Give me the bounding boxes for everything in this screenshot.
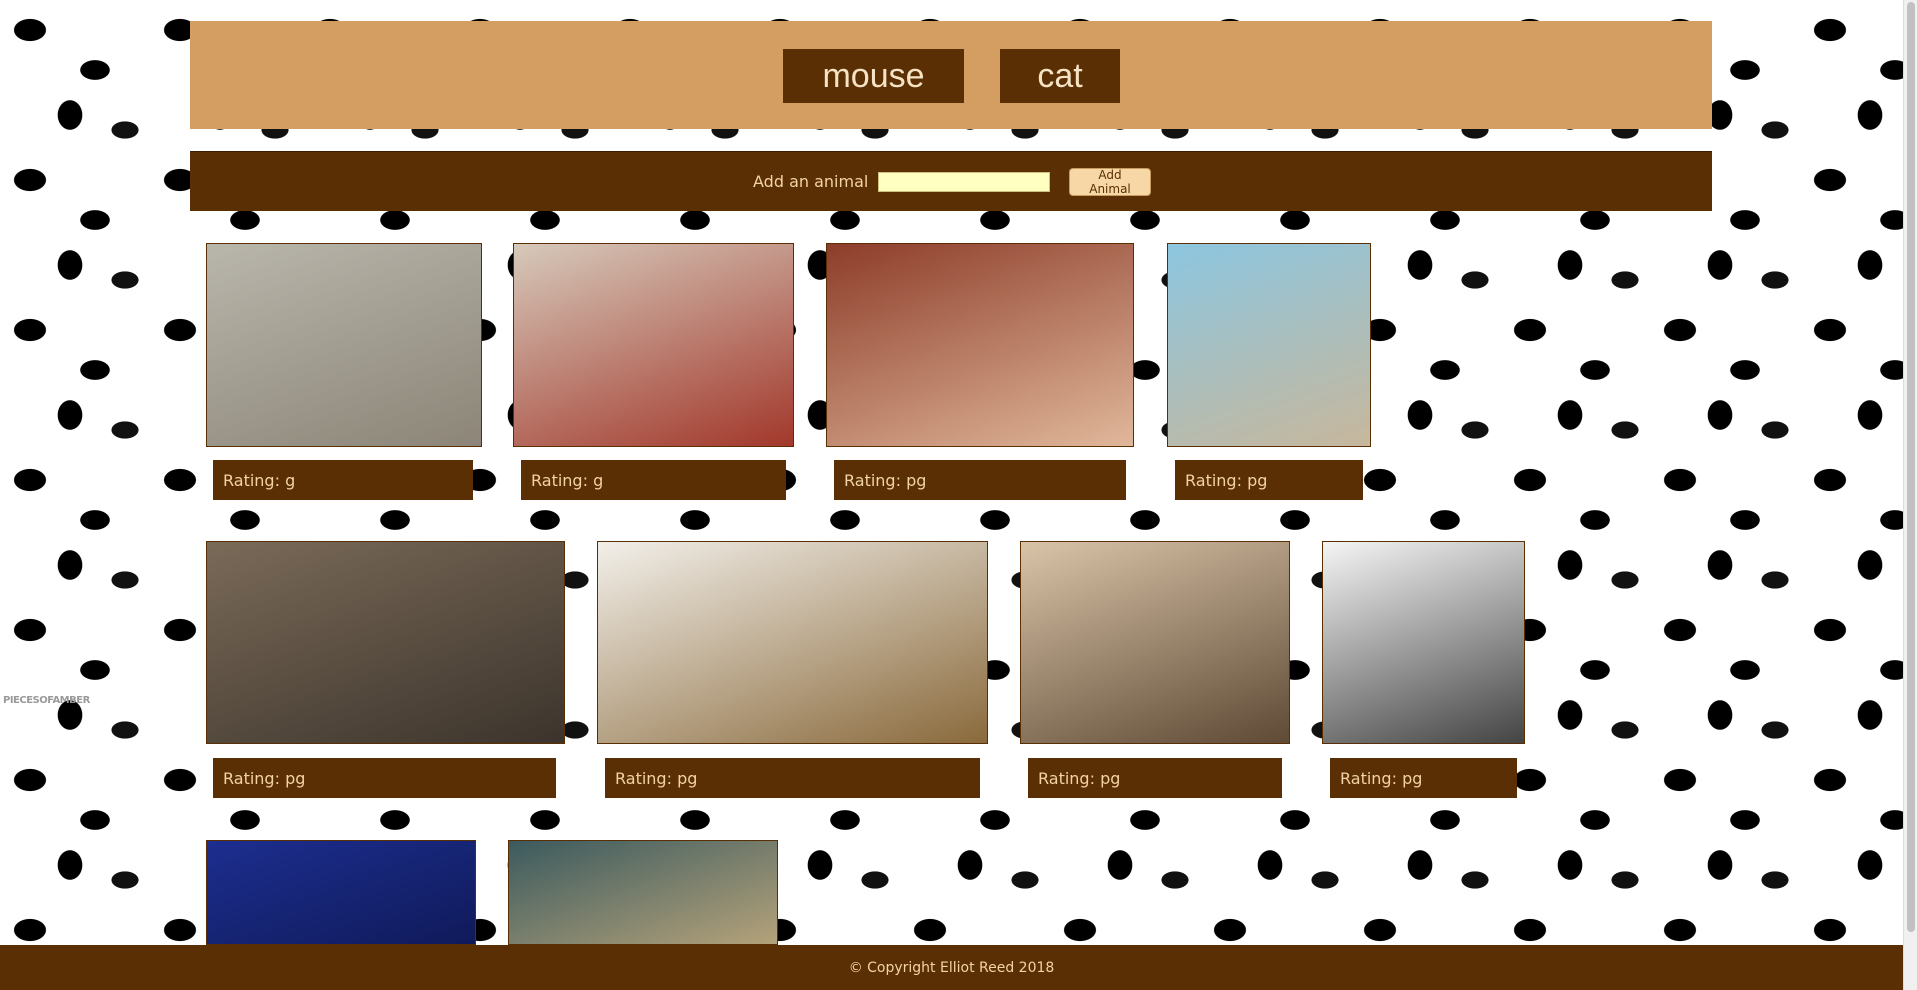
gif-image[interactable] bbox=[1020, 541, 1290, 744]
gif-image[interactable] bbox=[206, 840, 476, 945]
gif-image[interactable] bbox=[508, 840, 778, 945]
gif-image[interactable] bbox=[206, 541, 565, 744]
animal-input[interactable] bbox=[878, 172, 1050, 192]
gif-image[interactable] bbox=[1167, 243, 1371, 447]
gif-rating: Rating: pg bbox=[605, 758, 980, 798]
gif-image[interactable] bbox=[513, 243, 794, 447]
gif-rating: Rating: g bbox=[521, 460, 786, 500]
gif-rating: Rating: pg bbox=[834, 460, 1126, 500]
watermark-text: PIECESOFAMBER bbox=[3, 695, 90, 706]
footer-copyright: © Copyright Elliot Reed 2018 bbox=[0, 945, 1903, 990]
gif-image[interactable] bbox=[597, 541, 988, 744]
scrollbar-thumb[interactable] bbox=[1907, 2, 1915, 932]
gif-rating: Rating: g bbox=[213, 460, 473, 500]
add-animal-button[interactable]: Add Animal bbox=[1069, 168, 1151, 196]
gif-rating: Rating: pg bbox=[213, 758, 556, 798]
gif-image[interactable] bbox=[1322, 541, 1525, 744]
gif-rating: Rating: pg bbox=[1175, 460, 1363, 500]
add-animal-label: Add an animal bbox=[753, 172, 869, 191]
vertical-scrollbar[interactable] bbox=[1903, 0, 1917, 990]
gif-image[interactable] bbox=[206, 243, 482, 447]
gif-rating: Rating: pg bbox=[1330, 758, 1517, 798]
add-animal-form: Add an animal Add Animal bbox=[190, 151, 1712, 211]
topic-button-cat[interactable]: cat bbox=[1000, 49, 1120, 103]
topic-button-bar: mouse cat bbox=[190, 21, 1712, 129]
gif-rating: Rating: pg bbox=[1028, 758, 1282, 798]
topic-button-mouse[interactable]: mouse bbox=[783, 49, 964, 103]
gif-image[interactable] bbox=[826, 243, 1134, 447]
